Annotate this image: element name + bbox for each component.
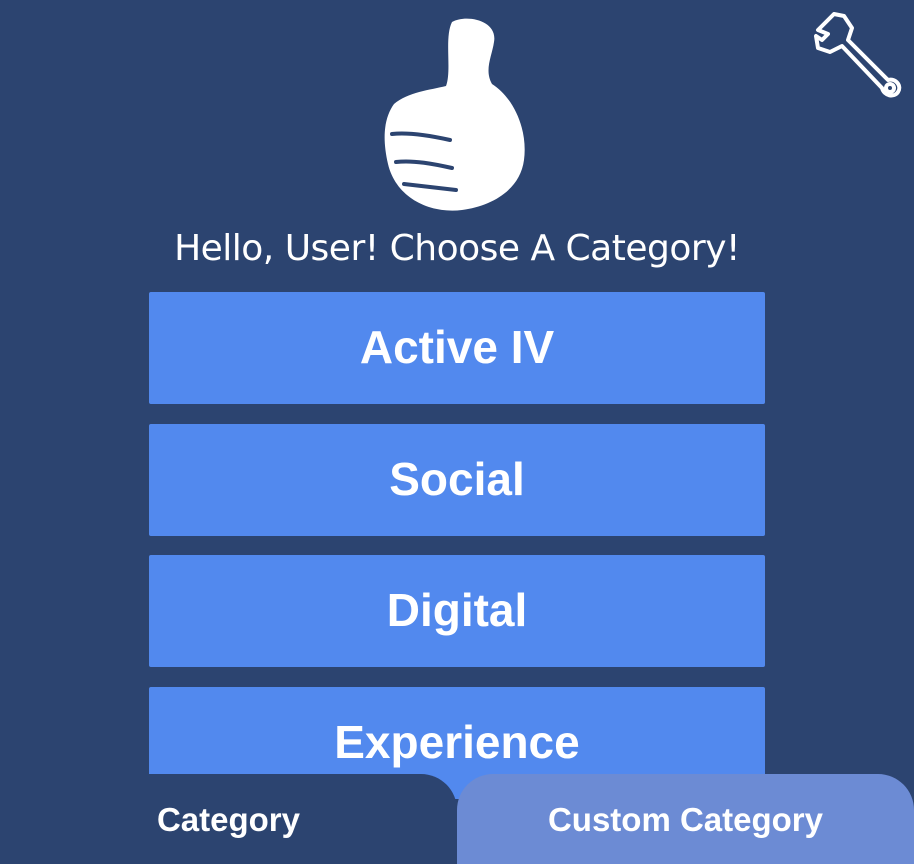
category-button-label: Active IV <box>359 321 555 373</box>
tab-label: Custom Category <box>547 801 824 838</box>
category-button-label: Experience <box>334 716 580 768</box>
tab-category[interactable]: Category <box>0 774 457 864</box>
wrench-icon <box>814 12 902 98</box>
thumbs-up-icon <box>384 18 525 211</box>
category-button-label: Social <box>389 453 525 505</box>
category-button-active-iv[interactable]: Active IV <box>149 292 765 404</box>
category-button-digital[interactable]: Digital <box>149 555 765 667</box>
category-button-label: Digital <box>386 584 528 636</box>
category-button-social[interactable]: Social <box>149 424 765 536</box>
bottom-tab-bar: Category Custom Category <box>0 774 914 864</box>
tab-label: Category <box>156 801 301 838</box>
greeting-text: Hello, User! Choose A Category! <box>174 228 740 269</box>
tab-custom-category[interactable]: Custom Category <box>457 774 914 864</box>
settings-button[interactable] <box>808 10 904 106</box>
